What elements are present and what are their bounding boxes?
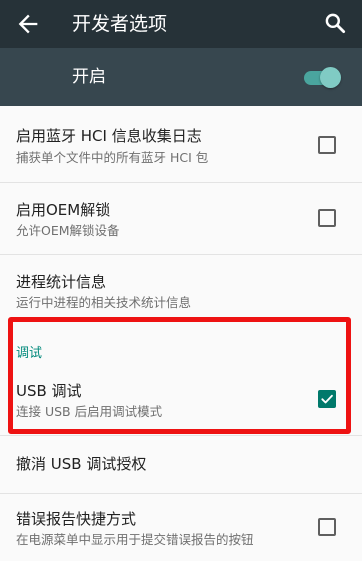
setting-row-bug-report-shortcut[interactable]: 错误报告快捷方式 在电源菜单中显示用于提交错误报告的按钮 — [0, 494, 362, 561]
section-header-debugging: 调试 — [16, 346, 43, 361]
setting-title: 撤消 USB 调试授权 — [16, 455, 147, 473]
back-button[interactable] — [14, 10, 42, 38]
setting-subtitle: 允许OEM解锁设备 — [16, 223, 120, 238]
setting-subtitle: 在电源菜单中显示用于提交错误报告的按钮 — [16, 532, 254, 547]
setting-title: 错误报告快捷方式 — [16, 510, 137, 528]
setting-subtitle: 连接 USB 后启用调试模式 — [16, 404, 163, 419]
usb-debugging-checkbox[interactable] — [318, 390, 336, 408]
checkmark-icon — [321, 394, 333, 404]
toggle-thumb — [320, 67, 341, 88]
page-title: 开发者选项 — [72, 13, 168, 35]
oem-unlock-checkbox[interactable] — [318, 209, 336, 227]
search-button[interactable] — [322, 10, 350, 38]
setting-title: 启用OEM解锁 — [16, 201, 111, 219]
setting-row-bluetooth-hci-log[interactable]: 启用蓝牙 HCI 信息收集日志 捕获单个文件中的所有蓝牙 HCI 包 — [0, 106, 362, 182]
search-icon — [325, 13, 346, 34]
master-switch-label: 开启 — [72, 67, 106, 87]
setting-title: 进程统计信息 — [16, 273, 107, 291]
setting-row-revoke-usb-authorizations[interactable]: 撤消 USB 调试授权 — [0, 436, 362, 493]
setting-row-process-stats[interactable]: 进程统计信息 运行中进程的相关技术统计信息 — [0, 255, 362, 317]
master-switch-row[interactable]: 开启 — [0, 48, 362, 106]
setting-subtitle: 运行中进程的相关技术统计信息 — [16, 295, 192, 310]
bug-report-shortcut-checkbox[interactable] — [318, 518, 336, 536]
setting-subtitle: 捕获单个文件中的所有蓝牙 HCI 包 — [16, 150, 209, 165]
master-toggle[interactable] — [304, 66, 342, 88]
setting-title: 启用蓝牙 HCI 信息收集日志 — [16, 127, 202, 145]
arrow-back-icon — [18, 14, 38, 34]
bluetooth-hci-log-checkbox[interactable] — [318, 136, 336, 154]
setting-row-oem-unlock[interactable]: 启用OEM解锁 允许OEM解锁设备 — [0, 183, 362, 254]
app-bar: 开发者选项 — [0, 0, 362, 48]
setting-row-usb-debugging[interactable]: USB 调试 连接 USB 后启用调试模式 — [0, 370, 362, 434]
setting-title: USB 调试 — [16, 382, 82, 400]
